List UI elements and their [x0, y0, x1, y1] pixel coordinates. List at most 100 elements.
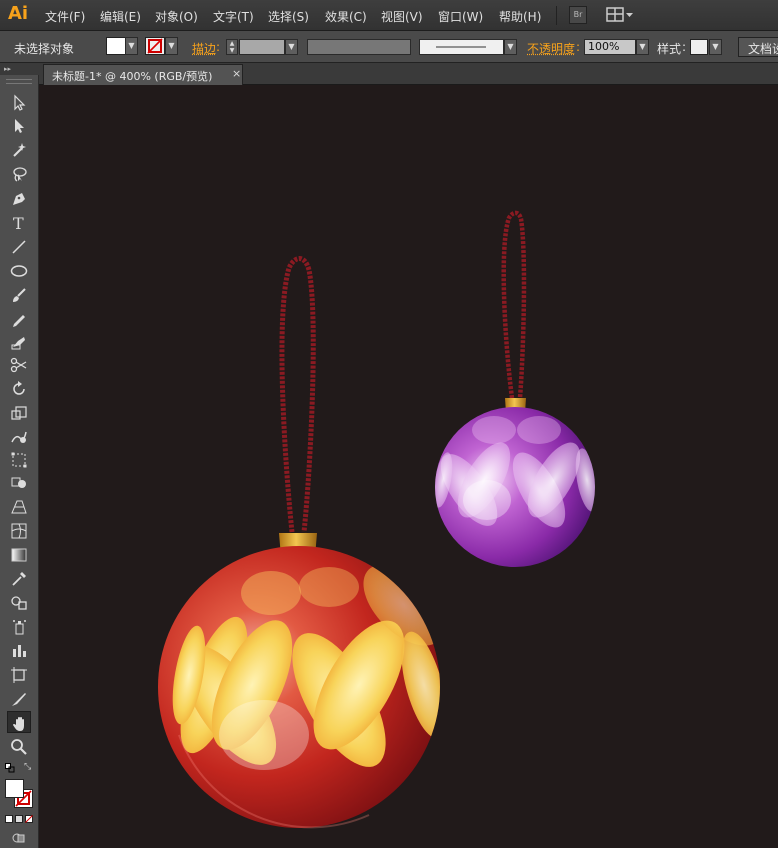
- toolbar-grip[interactable]: [6, 79, 32, 84]
- document-tab-close-button[interactable]: ×: [232, 67, 241, 80]
- bridge-button[interactable]: Br: [569, 6, 587, 24]
- scale-tool[interactable]: [7, 401, 31, 423]
- stroke-label[interactable]: 描边: [192, 40, 216, 57]
- stroke-weight-dropdown[interactable]: ▼: [285, 39, 298, 55]
- svg-text:T: T: [13, 214, 24, 232]
- blend-icon: [10, 594, 28, 612]
- purple-ornament-highlight: [463, 480, 511, 520]
- stroke-colon: :: [216, 40, 220, 54]
- hand-tool[interactable]: [7, 711, 31, 733]
- direct-selection-tool[interactable]: [7, 114, 31, 136]
- shape-builder-tool[interactable]: [7, 471, 31, 493]
- menu-file[interactable]: 文件(F): [45, 8, 85, 25]
- free-transform-icon: [10, 451, 28, 469]
- menu-effect[interactable]: 效果(C): [325, 8, 367, 25]
- app-logo: Ai: [8, 3, 28, 24]
- control-bar: 未选择对象 ▼ ▼ 描边 : ▲ ▼ ▼ ▼ 不透明度 : 100% ▼ 样式 :…: [0, 31, 778, 63]
- tools-panel: ▸▸ T ⤡: [0, 63, 39, 848]
- lasso-tool[interactable]: [7, 162, 31, 184]
- pencil-tool[interactable]: [7, 307, 31, 329]
- zoom-tool[interactable]: [7, 735, 31, 757]
- brush-dropdown[interactable]: ▼: [504, 39, 517, 55]
- symbol-sprayer-icon: [10, 618, 28, 636]
- gradient-tool[interactable]: [7, 543, 31, 565]
- eyedropper-icon: [10, 570, 28, 588]
- type-t-icon: T: [10, 214, 28, 232]
- color-gradient-none-icon: [5, 815, 35, 824]
- paintbrush-tool[interactable]: [7, 283, 31, 305]
- artboard-icon: [10, 666, 28, 684]
- stroke-swatch[interactable]: [145, 37, 165, 55]
- blob-brush-tool[interactable]: [7, 330, 31, 352]
- selection-arrow-icon: [10, 94, 28, 112]
- line-segment-tool[interactable]: [7, 235, 31, 257]
- no-stroke-icon: [146, 38, 164, 54]
- bridge-icon: Br: [574, 10, 583, 19]
- mesh-tool[interactable]: [7, 519, 31, 541]
- stroke-weight-stepper[interactable]: ▲ ▼: [226, 39, 238, 55]
- opacity-label[interactable]: 不透明度: [527, 40, 575, 57]
- menu-help[interactable]: 帮助(H): [499, 8, 541, 25]
- graphic-style-swatch[interactable]: [690, 39, 708, 55]
- pencil-icon: [10, 310, 28, 328]
- toolbar-collapse-handle[interactable]: ▸▸: [0, 63, 42, 75]
- document-tab[interactable]: 未标题-1* @ 400% (RGB/预览) ×: [43, 64, 243, 85]
- document-tab-title: 未标题-1* @ 400% (RGB/预览): [52, 68, 212, 84]
- pen-tool[interactable]: [7, 187, 31, 209]
- swap-fill-stroke-button[interactable]: ⤡: [24, 762, 34, 772]
- draw-normal-icon: [12, 832, 26, 844]
- red-ornament[interactable]: [158, 258, 459, 828]
- selection-tool[interactable]: [7, 91, 31, 113]
- fill-swatch[interactable]: [106, 37, 126, 55]
- rotate-icon: [10, 380, 28, 398]
- menu-edit[interactable]: 编辑(E): [100, 8, 141, 25]
- artboard-tool[interactable]: [7, 663, 31, 685]
- fill-color-box[interactable]: [5, 779, 24, 798]
- artwork: [39, 85, 778, 848]
- eyedropper-tool[interactable]: [7, 567, 31, 589]
- menu-view[interactable]: 视图(V): [381, 8, 423, 25]
- lasso-icon: [10, 165, 28, 183]
- column-graph-tool[interactable]: [7, 638, 31, 660]
- brush-definition[interactable]: [419, 39, 504, 55]
- artboard-canvas[interactable]: [39, 85, 778, 848]
- default-colors-icon: [5, 763, 15, 773]
- paintbrush-icon: [10, 286, 28, 304]
- rotate-tool[interactable]: [7, 377, 31, 399]
- opacity-dropdown[interactable]: ▼: [636, 39, 649, 55]
- menu-select[interactable]: 选择(S): [268, 8, 309, 25]
- opacity-input[interactable]: 100%: [584, 39, 636, 55]
- magic-wand-tool[interactable]: [7, 138, 31, 160]
- symbol-sprayer-tool[interactable]: [7, 615, 31, 637]
- warp-tool[interactable]: [7, 425, 31, 447]
- document-setup-button[interactable]: 文档设: [738, 37, 778, 57]
- brush-stroke-preview-icon: [420, 40, 503, 54]
- purple-ornament[interactable]: [430, 213, 602, 567]
- slice-tool[interactable]: [7, 687, 31, 709]
- arrange-documents-button[interactable]: [605, 6, 635, 24]
- perspective-grid-icon: [10, 498, 28, 516]
- type-tool[interactable]: T: [7, 211, 31, 233]
- blend-tool[interactable]: [7, 591, 31, 613]
- ellipse-tool[interactable]: [7, 259, 31, 281]
- graphic-style-dropdown[interactable]: ▼: [709, 39, 722, 55]
- stroke-weight-input[interactable]: [239, 39, 285, 55]
- stroke-color-dropdown[interactable]: ▼: [165, 37, 178, 55]
- color-mode-buttons[interactable]: [5, 813, 35, 822]
- mesh-icon: [10, 522, 28, 540]
- perspective-grid-tool[interactable]: [7, 495, 31, 517]
- menu-object[interactable]: 对象(O): [155, 8, 198, 25]
- blob-brush-icon: [10, 333, 28, 351]
- slice-knife-icon: [10, 690, 28, 708]
- free-transform-tool[interactable]: [7, 448, 31, 470]
- red-ornament-string: [282, 258, 313, 532]
- menu-window[interactable]: 窗口(W): [438, 8, 483, 25]
- scissors-tool[interactable]: [7, 353, 31, 375]
- drawing-mode-button[interactable]: [12, 832, 26, 844]
- menu-type[interactable]: 文字(T): [213, 8, 254, 25]
- opacity-colon: :: [576, 40, 580, 54]
- default-fill-stroke-button[interactable]: [5, 762, 15, 772]
- document-tab-bar: 未标题-1* @ 400% (RGB/预览) ×: [39, 63, 778, 85]
- variable-width-profile[interactable]: [307, 39, 411, 55]
- fill-dropdown[interactable]: ▼: [125, 37, 138, 55]
